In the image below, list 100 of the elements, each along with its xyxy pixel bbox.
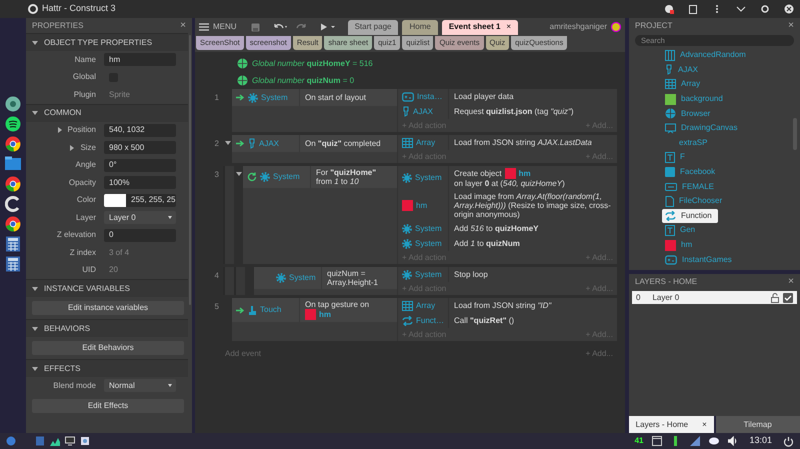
expand-triangle-icon[interactable] [70,144,74,151]
dropdown[interactable]: Normal [104,379,176,392]
section-header[interactable]: EFFECTS [26,359,188,377]
property-field[interactable]: 0° [104,158,176,172]
app-icon[interactable] [5,96,21,112]
object-link[interactable]: hm [518,169,531,178]
record-icon[interactable] [664,4,674,14]
condition-row[interactable]: System On start of layout [232,89,397,106]
cloud-icon[interactable] [709,436,720,446]
clock[interactable]: 13:01 [749,434,772,448]
browser-icon[interactable] [5,136,21,152]
condition-row[interactable]: Touch On tap gesture on hm [232,298,397,322]
property-field[interactable]: 980 x 500 [104,141,176,154]
close-icon[interactable] [784,4,794,14]
folder-icon[interactable] [5,156,21,172]
undo-icon[interactable] [274,23,288,31]
lock-icon[interactable] [771,292,779,302]
close-icon[interactable]: × [506,21,512,33]
project-item[interactable]: background [662,92,729,106]
project-item[interactable]: Array [662,77,706,92]
signal-icon[interactable] [690,436,700,446]
tab[interactable]: Home [402,20,438,34]
chart-icon[interactable] [50,436,60,446]
section-header[interactable]: OBJECT TYPE PROPERTIES [26,33,188,51]
project-item[interactable]: hm [662,238,698,252]
project-item[interactable]: extraSP [662,136,714,150]
layer-row[interactable]: 0 Layer 0 [632,291,797,304]
tab[interactable]: Layers - Home × [629,416,714,433]
object-link[interactable]: hm [319,310,331,319]
save-icon[interactable] [250,22,260,32]
monitor-icon[interactable] [65,436,75,446]
property-field[interactable]: 100% [104,176,176,190]
tab[interactable]: Event sheet 1 × [442,20,518,34]
event-block[interactable] [243,166,617,264]
start-icon[interactable] [6,436,16,446]
project-item[interactable]: F [662,150,691,165]
expand-triangle-icon[interactable] [58,127,62,134]
settings-icon[interactable] [760,4,770,14]
project-item[interactable]: AJAX [662,62,704,78]
section-header[interactable]: INSTANCE VARIABLES [26,279,188,297]
browser-icon[interactable] [5,216,21,232]
calculator-icon[interactable] [5,256,21,272]
project-item[interactable]: Facebook [662,164,722,180]
expand-triangle-icon[interactable] [32,286,38,290]
tab[interactable]: Tilemap [716,416,800,433]
close-button[interactable]: × [788,276,794,286]
condition-row[interactable]: System For "quizHome" from 1 to 10 [243,166,397,188]
project-item[interactable]: Browser [662,106,716,121]
project-item[interactable]: AdvancedRandom [662,48,752,63]
property-field[interactable]: 540, 1032 [104,124,176,137]
expand-triangle-icon[interactable] [32,366,38,370]
dropdown[interactable]: Layer 0 [104,211,176,224]
project-item[interactable]: FEMALE [662,179,720,194]
project-item[interactable]: FileChooser [662,194,728,209]
play-icon[interactable] [320,23,336,31]
object-name: hm [416,200,428,212]
property-field[interactable]: 0 [104,228,176,242]
app-icon[interactable] [80,436,90,446]
music-icon[interactable] [5,116,21,132]
browser-icon[interactable] [5,176,21,192]
calculator-icon[interactable] [5,236,21,252]
color-swatch[interactable] [104,194,126,207]
property-field[interactable]: hm [104,53,176,66]
power-icon[interactable] [783,436,794,446]
project-item[interactable]: Gen [662,223,702,238]
volume-icon[interactable] [728,436,738,446]
event-text: For "quizHome" from 1 to 10 [316,168,378,186]
expand-triangle-icon[interactable] [32,111,38,115]
close-button[interactable]: × [180,20,186,30]
arrow-icon [236,306,245,314]
edit-button[interactable]: Edit Effects [32,398,184,412]
window-icon[interactable] [652,436,662,446]
property-field[interactable]: 255, 255, 25 [126,194,176,207]
app-icon[interactable] [5,196,21,212]
section-header[interactable]: COMMON [26,104,188,122]
project-item[interactable]: DrawingCanvas [662,120,744,136]
user-name[interactable]: amriteshganiger [550,21,607,33]
avatar[interactable] [611,22,621,32]
gear-icon [248,92,258,102]
tab[interactable]: Start page [348,20,398,34]
checkbox[interactable] [783,292,793,302]
menu-icon[interactable] [199,23,209,31]
project-item[interactable]: Function [662,208,718,224]
global-variable[interactable]: Global number quizNum = 0 [252,74,354,86]
project-item[interactable]: InstantGames [662,252,738,267]
edit-button[interactable]: Edit Behaviors [32,341,184,355]
close-icon[interactable]: × [702,418,707,430]
condition-row[interactable]: AJAX On "quiz" completed [232,135,397,152]
section-header[interactable]: BEHAVIORS [26,319,188,337]
menu-button[interactable]: MENU [213,21,237,33]
global-variable[interactable]: Global number quizHomeY = 516 [252,58,373,70]
edit-button[interactable]: Edit instance variables [32,301,184,315]
condition-row[interactable]: System quizNum = Array.Height-1 [254,267,397,289]
chevron-icon[interactable] [736,4,746,14]
object-name: Array [416,300,436,312]
cycle-arrows-icon [665,210,676,221]
expand-triangle-icon[interactable] [32,40,38,44]
expand-triangle-icon[interactable] [32,326,38,330]
clipboard-icon[interactable] [688,4,698,14]
close-button[interactable]: × [788,20,794,30]
